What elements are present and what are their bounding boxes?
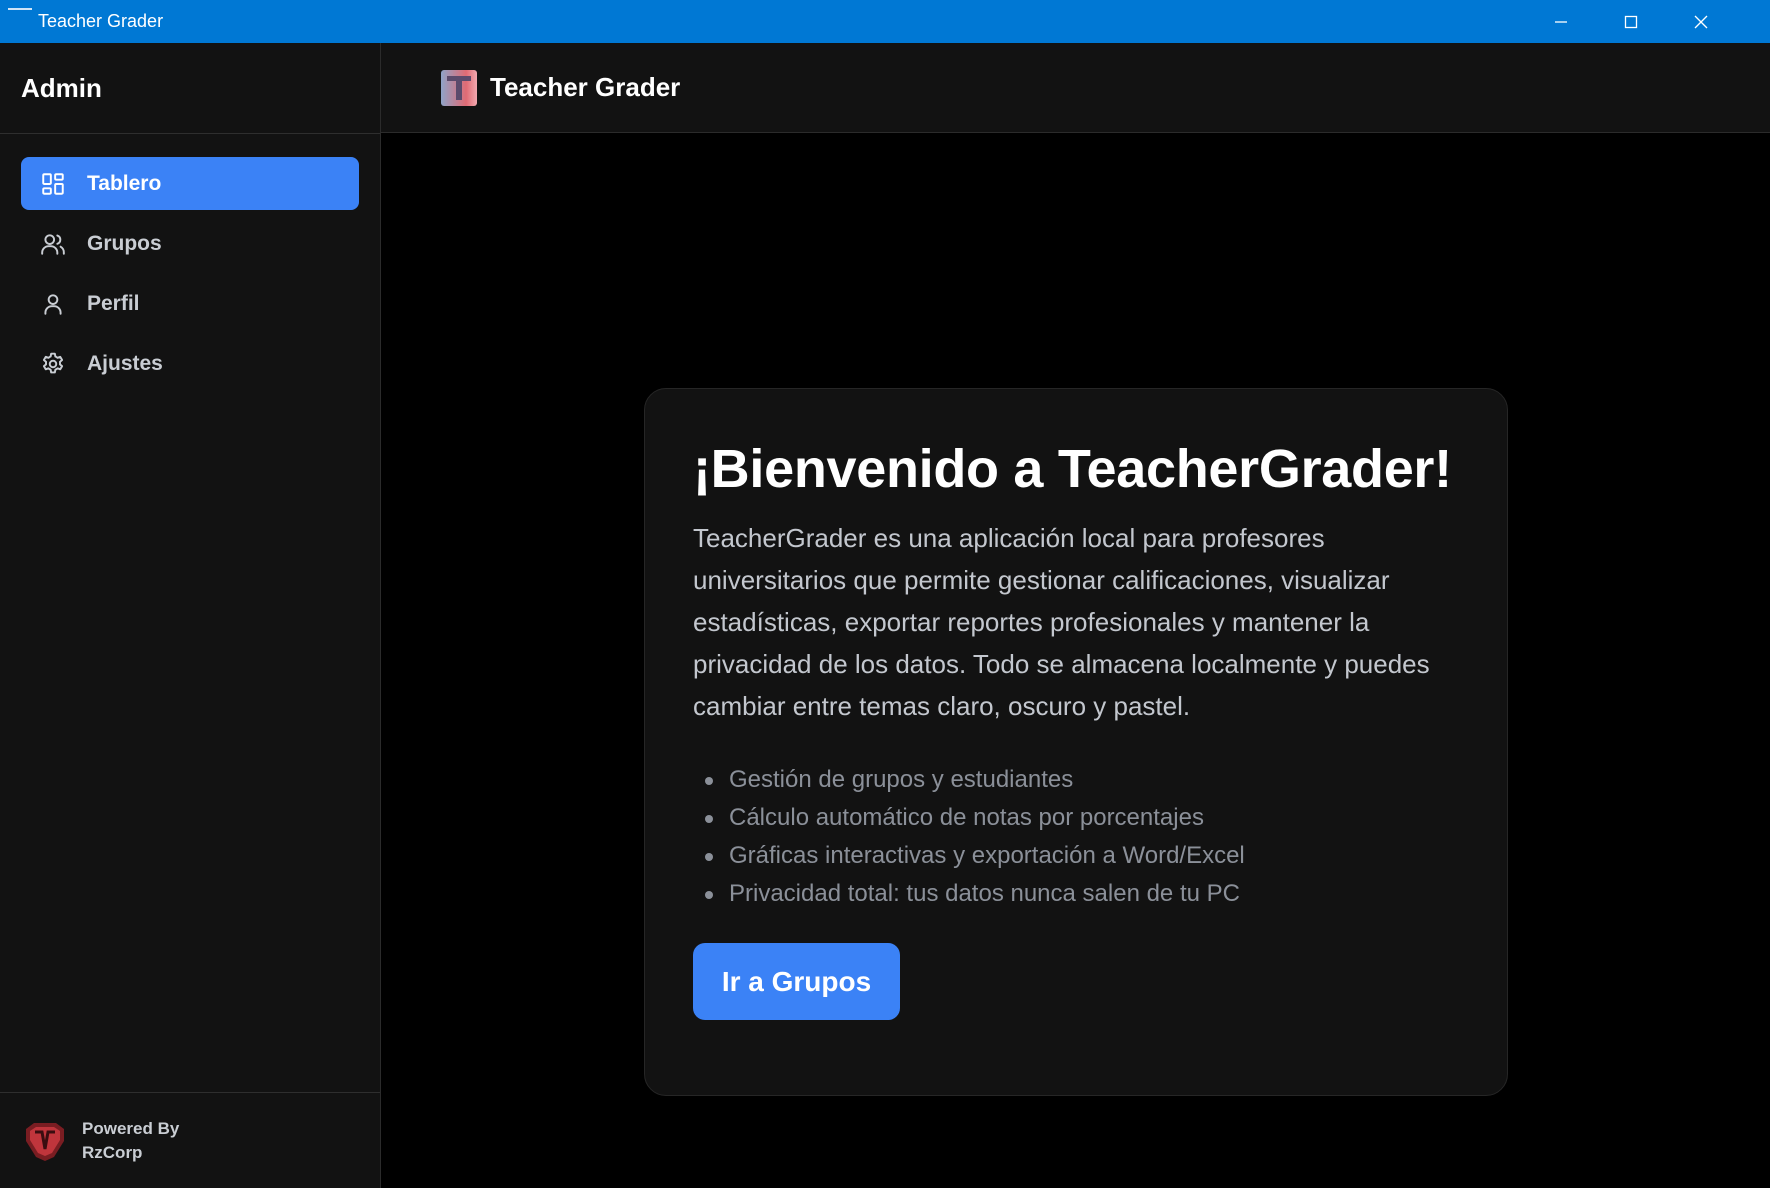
powered-by-text: Powered By RzCorp xyxy=(82,1117,179,1165)
sidebar-item-label: Grupos xyxy=(87,231,162,255)
welcome-card: ¡Bienvenido a TeacherGrader! TeacherGrad… xyxy=(644,388,1508,1096)
app-logo-icon xyxy=(441,69,477,106)
sidebar-item-perfil[interactable]: Perfil xyxy=(21,277,359,330)
welcome-heading: ¡Bienvenido a TeacherGrader! xyxy=(693,439,1452,499)
sidebar-header: Admin xyxy=(0,43,380,134)
minimize-button[interactable] xyxy=(1526,0,1596,43)
sidebar-item-label: Ajustes xyxy=(87,351,163,375)
window-titlebar: Teacher Grader xyxy=(0,0,1770,43)
sidebar-title: Admin xyxy=(21,72,102,103)
user-icon xyxy=(39,290,67,318)
main-content: ¡Bienvenido a TeacherGrader! TeacherGrad… xyxy=(381,134,1770,1188)
rzcorp-logo xyxy=(26,1122,64,1161)
users-icon xyxy=(39,230,67,258)
app-icon xyxy=(8,8,32,10)
company-name: RzCorp xyxy=(82,1142,143,1162)
sidebar-nav: Tablero Grupos Perfil Ajustes xyxy=(0,134,380,390)
sidebar-footer: Powered By RzCorp xyxy=(0,1092,380,1188)
sidebar-item-grupos[interactable]: Grupos xyxy=(21,217,359,270)
sidebar-item-label: Tablero xyxy=(87,171,162,195)
feature-list: Gestión de grupos y estudiantes Cálculo … xyxy=(693,761,1459,913)
sidebar: Admin Tablero Grupos Perfil Ajustes Powe… xyxy=(0,43,381,1188)
feature-item: Gestión de grupos y estudiantes xyxy=(693,761,1459,799)
gear-icon xyxy=(39,350,67,378)
feature-item: Privacidad total: tus datos nunca salen … xyxy=(693,875,1459,913)
close-button[interactable] xyxy=(1666,0,1736,43)
powered-by-label: Powered By xyxy=(82,1118,180,1138)
feature-item: Cálculo automático de notas por porcenta… xyxy=(693,799,1459,837)
welcome-description: TeacherGrader es una aplicación local pa… xyxy=(693,523,1430,721)
feature-item: Gráficas interactivas y exportación a Wo… xyxy=(693,837,1459,875)
close-icon xyxy=(1694,15,1708,28)
sidebar-item-tablero[interactable]: Tablero xyxy=(21,157,359,210)
sidebar-item-ajustes[interactable]: Ajustes xyxy=(21,337,359,390)
sidebar-item-label: Perfil xyxy=(87,291,140,315)
topbar: Teacher Grader xyxy=(381,43,1770,133)
minimize-icon xyxy=(1555,20,1567,23)
maximize-button[interactable] xyxy=(1596,0,1666,43)
maximize-icon xyxy=(1624,15,1638,28)
app-title: Teacher Grader xyxy=(490,72,681,102)
dashboard-grid-icon xyxy=(39,170,67,198)
go-to-groups-button[interactable]: Ir a Grupos xyxy=(693,943,900,1020)
window-title: Teacher Grader xyxy=(38,11,164,31)
